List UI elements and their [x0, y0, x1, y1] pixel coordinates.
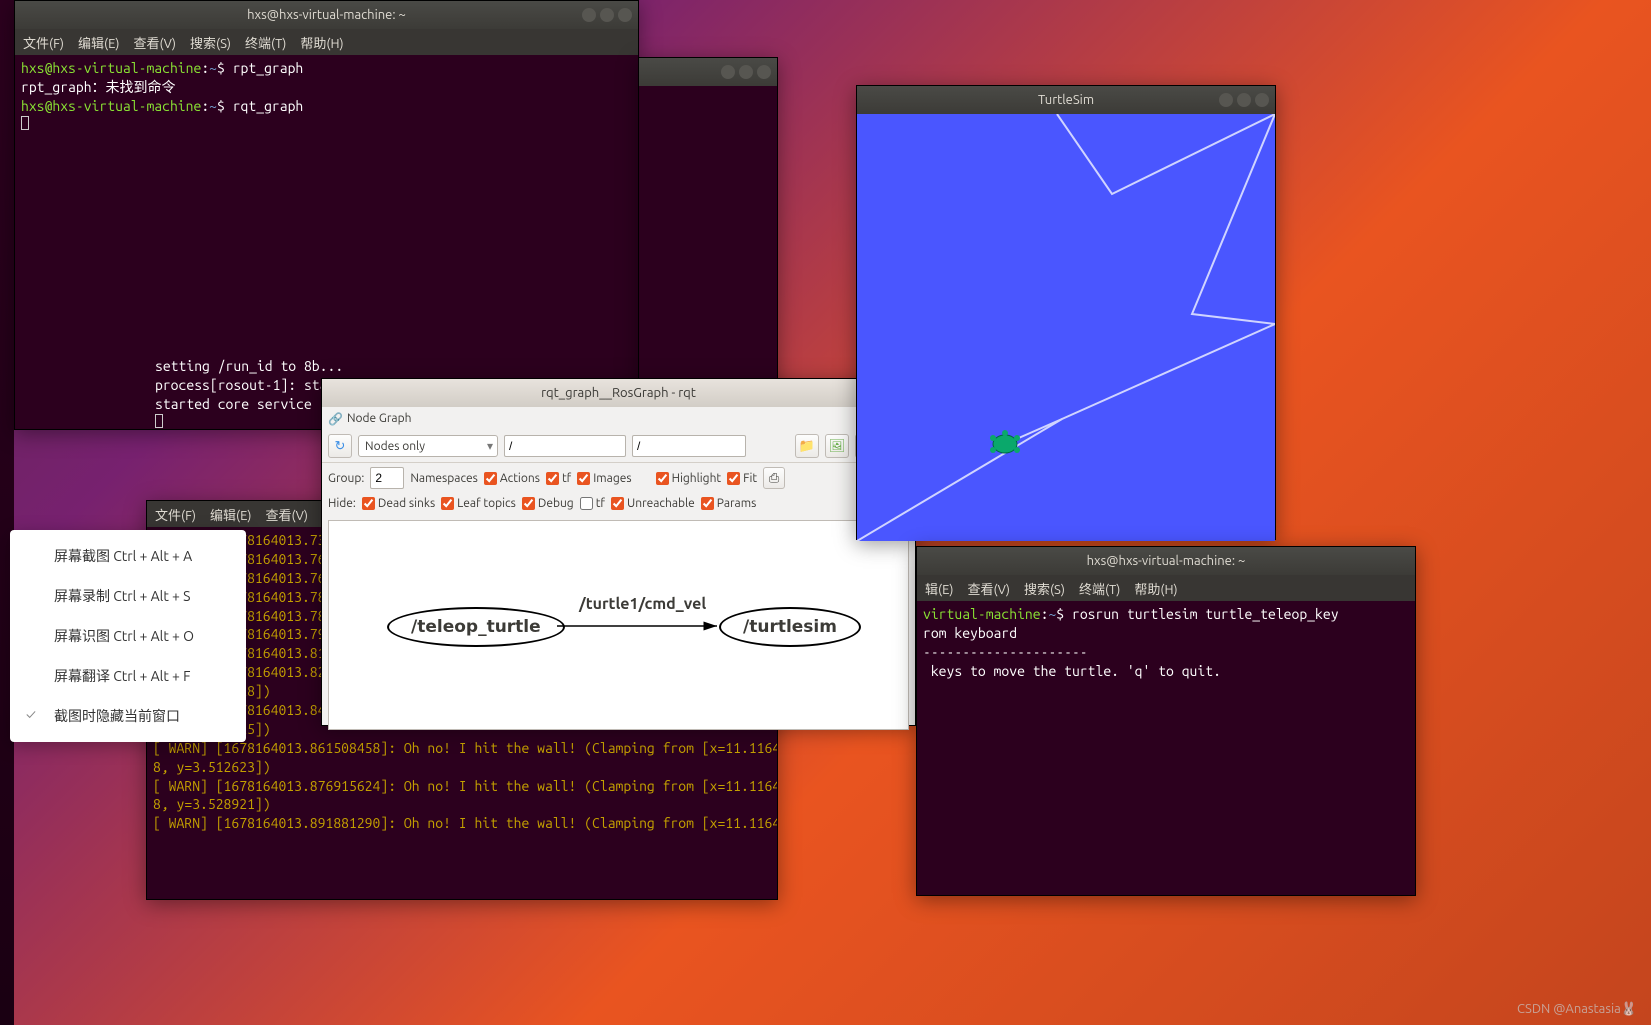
minimize-icon[interactable]	[582, 8, 596, 22]
turtle-icon	[988, 430, 1022, 458]
menubar[interactable]: 文件(F) 编辑(E) 查看(V) 搜索(S) 终端(T) 帮助(H)	[15, 29, 638, 55]
minimize-icon[interactable]	[721, 65, 735, 79]
minimize-icon[interactable]	[1219, 93, 1233, 107]
tf-checkbox[interactable]: tf	[546, 472, 571, 485]
debug-checkbox[interactable]: Debug	[522, 497, 574, 510]
window-title: rqt_graph__RosGraph - rqt	[541, 386, 696, 400]
config-icon[interactable]: ⎙	[763, 467, 785, 489]
ctxmenu-hide-window[interactable]: 截图时隐藏当前窗口	[10, 696, 246, 736]
menubar[interactable]: 辑(E) 查看(V) 搜索(S) 终端(T) 帮助(H)	[917, 575, 1415, 601]
menu-help[interactable]: 帮助(H)	[300, 33, 343, 52]
menu-file[interactable]: 文件(F)	[23, 33, 64, 52]
ctxmenu-translate[interactable]: 屏幕翻译 Ctrl + Alt + F	[10, 656, 246, 696]
fit-checkbox[interactable]: Fit	[727, 472, 757, 485]
menu-search[interactable]: 搜索(S)	[190, 33, 231, 52]
menu-help[interactable]: 帮助(H)	[1134, 579, 1177, 598]
close-icon[interactable]	[1255, 93, 1269, 107]
actions-checkbox[interactable]: Actions	[484, 472, 540, 485]
window-title: hxs@hxs-virtual-machine: ~	[247, 8, 406, 22]
window-title: TurtleSim	[1038, 93, 1094, 107]
window-title: hxs@hxs-virtual-machine: ~	[1087, 554, 1246, 568]
menu-edit[interactable]: 编辑(E)	[78, 33, 119, 52]
menu-edit[interactable]: 辑(E)	[925, 579, 953, 598]
watermark: CSDN @Anastasia🐰	[1517, 1002, 1637, 1017]
rqt-graph-window: rqt_graph__RosGraph - rqt 🔗Node Graph D …	[321, 378, 916, 726]
graph-edge-label: /turtle1/cmd_vel	[579, 595, 706, 613]
graph-node-turtlesim[interactable]: /turtlesim	[719, 607, 861, 647]
refresh-button[interactable]: ↻	[328, 434, 352, 458]
rqt-toolbar: ↻ Nodes only 📁 🖼 🖼 ■	[322, 430, 915, 463]
menu-terminal[interactable]: 终端(T)	[1079, 579, 1120, 598]
menu-search[interactable]: 搜索(S)	[1024, 579, 1065, 598]
filter1-input[interactable]	[504, 435, 626, 457]
images-checkbox[interactable]: Images	[577, 472, 631, 485]
menu-view[interactable]: 查看(V)	[266, 505, 308, 524]
rqt-group-row: Group: Namespaces Actions tf Images High…	[322, 463, 915, 493]
screenshot-context-menu: 屏幕截图 Ctrl + Alt + A 屏幕录制 Ctrl + Alt + S …	[10, 530, 246, 742]
rqt-subtitle: Node Graph	[347, 412, 412, 425]
menu-file[interactable]: 文件(F)	[155, 505, 196, 524]
terminal-output[interactable]: hxs@hxs-virtual-machine:~$ rpt_graph rpt…	[15, 55, 638, 139]
window-titlebar[interactable]: hxs@hxs-virtual-machine: ~	[15, 1, 638, 29]
window-titlebar[interactable]: TurtleSim	[857, 86, 1275, 114]
terminal-output[interactable]: virtual-machine:~$ rosrun turtlesim turt…	[917, 601, 1415, 685]
rqt-header: 🔗Node Graph D ? - O	[322, 407, 915, 430]
close-icon[interactable]	[757, 65, 771, 79]
filter2-input[interactable]	[632, 435, 746, 457]
tf-hide-checkbox[interactable]: tf	[580, 497, 605, 510]
maximize-icon[interactable]	[600, 8, 614, 22]
group-label: Group:	[328, 472, 364, 485]
maximize-icon[interactable]	[1237, 93, 1251, 107]
maximize-icon[interactable]	[739, 65, 753, 79]
save-image-icon[interactable]: 🖼	[825, 434, 849, 458]
ctxmenu-screenshot[interactable]: 屏幕截图 Ctrl + Alt + A	[10, 536, 246, 576]
turtlesim-window: TurtleSim	[856, 85, 1276, 540]
ctxmenu-ocr[interactable]: 屏幕识图 Ctrl + Alt + O	[10, 616, 246, 656]
menu-edit[interactable]: 编辑(E)	[210, 505, 251, 524]
rqt-hide-row: Hide: Dead sinks Leaf topics Debug tf Un…	[322, 493, 915, 514]
close-icon[interactable]	[618, 8, 632, 22]
turtlesim-canvas[interactable]	[857, 114, 1275, 541]
leaftopics-checkbox[interactable]: Leaf topics	[441, 497, 516, 510]
menu-terminal[interactable]: 终端(T)	[245, 33, 286, 52]
params-checkbox[interactable]: Params	[701, 497, 757, 510]
terminal-teleop: hxs@hxs-virtual-machine: ~ 辑(E) 查看(V) 搜索…	[916, 546, 1416, 896]
open-icon[interactable]: 📁	[795, 434, 819, 458]
group-input[interactable]	[370, 467, 404, 489]
hide-label: Hide:	[328, 497, 356, 510]
deadsinks-checkbox[interactable]: Dead sinks	[362, 497, 435, 510]
cursor	[155, 414, 163, 428]
graph-canvas[interactable]: /teleop_turtle /turtle1/cmd_vel /turtles…	[328, 520, 909, 730]
menu-view[interactable]: 查看(V)	[967, 579, 1009, 598]
window-titlebar[interactable]: rqt_graph__RosGraph - rqt	[322, 379, 915, 407]
window-titlebar[interactable]: hxs@hxs-virtual-machine: ~	[917, 547, 1415, 575]
nodes-select[interactable]: Nodes only	[358, 435, 498, 457]
graph-node-teleop[interactable]: /teleop_turtle	[387, 607, 565, 647]
unreachable-checkbox[interactable]: Unreachable	[611, 497, 695, 510]
node-graph-icon: 🔗	[328, 412, 343, 426]
dock-sidebar[interactable]	[0, 0, 14, 1025]
highlight-checkbox[interactable]: Highlight	[656, 472, 722, 485]
cursor	[21, 116, 29, 130]
menu-view[interactable]: 查看(V)	[134, 33, 176, 52]
window-titlebar[interactable]	[639, 58, 777, 86]
namespaces-label: Namespaces	[410, 472, 478, 485]
ctxmenu-record[interactable]: 屏幕录制 Ctrl + Alt + S	[10, 576, 246, 616]
